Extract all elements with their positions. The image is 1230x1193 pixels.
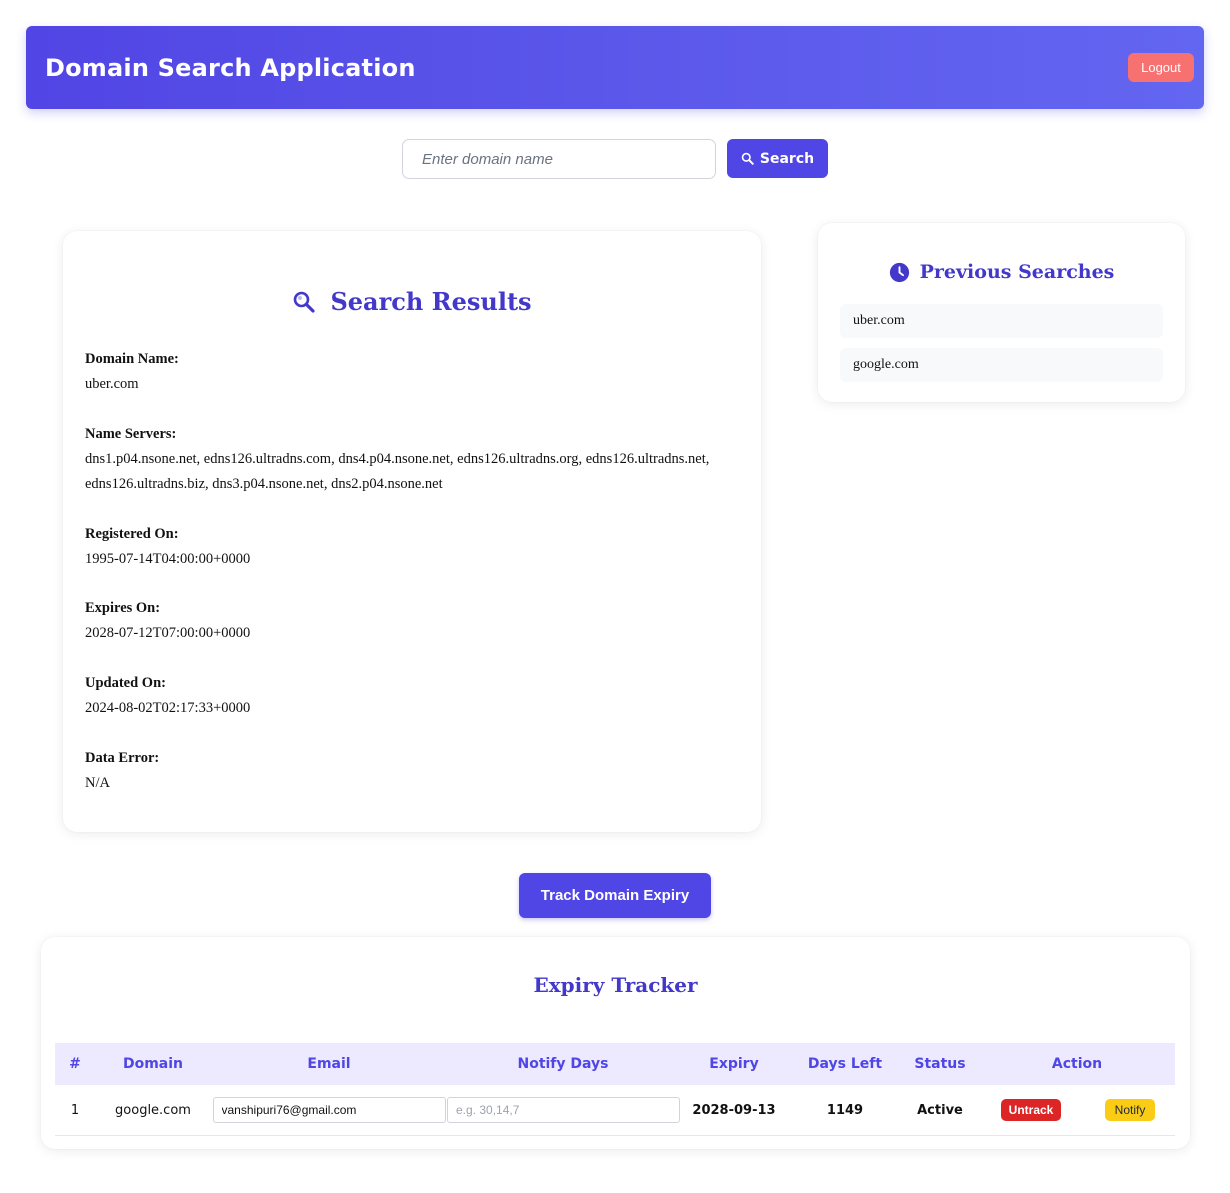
- expiry-tracker-card: Expiry Tracker # Domain Email Notify Day…: [41, 937, 1190, 1149]
- field-value: dns1.p04.nsone.net, edns126.ultradns.com…: [85, 451, 710, 492]
- search-icon: [294, 291, 316, 313]
- column-header-notify-days: Notify Days: [447, 1043, 679, 1085]
- field-label: Domain Name:: [85, 351, 179, 367]
- field-domain-name: Domain Name: uber.com: [85, 347, 735, 397]
- column-header-days-left: Days Left: [789, 1043, 901, 1085]
- row-index: 1: [55, 1085, 95, 1136]
- field-label: Updated On:: [85, 675, 166, 691]
- column-header-index: #: [55, 1043, 95, 1085]
- app-title: Domain Search Application: [45, 54, 416, 82]
- previous-search-item[interactable]: uber.com: [840, 304, 1163, 338]
- field-value: 1995-07-14T04:00:00+0000: [85, 551, 251, 567]
- track-domain-expiry-button[interactable]: Track Domain Expiry: [519, 873, 711, 918]
- field-data-error: Data Error: N/A: [85, 746, 735, 796]
- field-value: 2028-07-12T07:00:00+0000: [85, 625, 251, 641]
- expiry-tracker-table: # Domain Email Notify Days Expiry Days L…: [55, 1043, 1175, 1136]
- row-email-cell: [211, 1085, 447, 1136]
- expiry-tracker-title: Expiry Tracker: [533, 973, 698, 997]
- row-days-left: 1149: [789, 1085, 901, 1136]
- field-label: Expires On:: [85, 600, 161, 616]
- notify-button[interactable]: Notify: [1105, 1099, 1155, 1121]
- status-badge: Active: [901, 1085, 979, 1136]
- logout-button[interactable]: Logout: [1128, 53, 1194, 82]
- field-label: Registered On:: [85, 526, 179, 542]
- field-label: Name Servers:: [85, 426, 177, 442]
- domain-search-input[interactable]: [402, 139, 716, 179]
- email-field[interactable]: [212, 1097, 446, 1123]
- field-updated-on: Updated On: 2024-08-02T02:17:33+0000: [85, 671, 735, 721]
- search-results-card: Search Results Domain Name: uber.com Nam…: [63, 231, 761, 832]
- search-icon: [741, 152, 754, 165]
- notify-days-field[interactable]: [447, 1097, 680, 1123]
- field-label: Data Error:: [85, 750, 160, 766]
- row-action-cell: Untrack Notify: [979, 1085, 1175, 1136]
- table-row: 1 google.com 2028-09-13 1149 Active Untr…: [55, 1085, 1175, 1136]
- previous-searches-card: Previous Searches uber.com google.com: [818, 223, 1185, 402]
- clock-icon: [889, 262, 909, 282]
- previous-search-item[interactable]: google.com: [840, 348, 1163, 382]
- field-value: 2024-08-02T02:17:33+0000: [85, 700, 251, 716]
- search-results-title: Search Results: [330, 287, 532, 316]
- previous-searches-title: Previous Searches: [919, 261, 1115, 283]
- field-value: N/A: [85, 775, 110, 791]
- previous-searches-heading: Previous Searches: [818, 261, 1185, 283]
- column-header-domain: Domain: [95, 1043, 211, 1085]
- row-expiry: 2028-09-13: [679, 1085, 789, 1136]
- search-results-heading: Search Results: [63, 287, 761, 316]
- column-header-expiry: Expiry: [679, 1043, 789, 1085]
- column-header-email: Email: [211, 1043, 447, 1085]
- column-header-status: Status: [901, 1043, 979, 1085]
- search-button-label: Search: [759, 150, 815, 167]
- search-button[interactable]: Search: [727, 139, 828, 178]
- column-header-action: Action: [979, 1043, 1175, 1085]
- table-header-row: # Domain Email Notify Days Expiry Days L…: [55, 1043, 1175, 1085]
- field-name-servers: Name Servers: dns1.p04.nsone.net, edns12…: [85, 422, 735, 497]
- field-registered-on: Registered On: 1995-07-14T04:00:00+0000: [85, 522, 735, 572]
- row-notify-days-cell: [447, 1085, 680, 1136]
- field-expires-on: Expires On: 2028-07-12T07:00:00+0000: [85, 596, 735, 646]
- field-value: uber.com: [85, 376, 139, 392]
- untrack-button[interactable]: Untrack: [1001, 1099, 1061, 1121]
- app-header: Domain Search Application Logout: [26, 26, 1204, 109]
- row-domain: google.com: [95, 1085, 211, 1136]
